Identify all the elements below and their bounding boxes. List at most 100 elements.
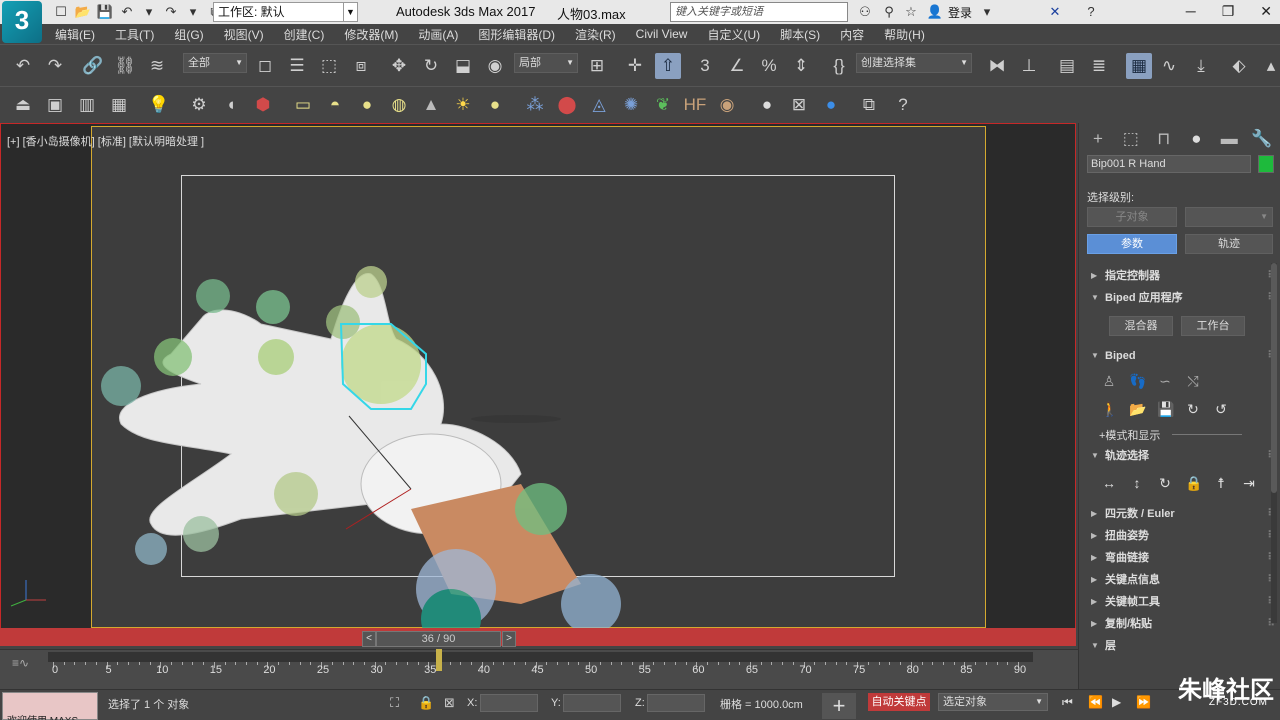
select-by-name-icon[interactable]: ☰ [284, 53, 310, 79]
curve-editor-mini-icon[interactable]: ≡∿ [12, 656, 29, 670]
load-file-icon[interactable]: 📂 [1129, 401, 1146, 417]
select-place-icon[interactable]: ◉ [482, 53, 508, 79]
rollout-twist-poses[interactable]: ▶扭曲姿势⠿ [1087, 526, 1275, 546]
login-link[interactable]: 登录 [948, 4, 972, 21]
render-sphere-icon[interactable]: ● [818, 92, 844, 118]
mixer-button[interactable]: 混合器 [1109, 316, 1173, 336]
play-icon[interactable]: ▶ [1112, 695, 1121, 709]
selection-lock-icon[interactable]: 🔒 [418, 695, 434, 711]
convert-icon[interactable]: ↻ [1185, 401, 1201, 417]
angle-snap-icon[interactable]: ∠ [724, 53, 750, 79]
reference-coordinate-dropdown[interactable]: 局部 ▼ [514, 53, 578, 73]
open-file-icon[interactable]: 📂 [74, 3, 92, 21]
selected-object-dropdown[interactable]: 选定对象 ▼ [938, 693, 1048, 711]
select-manipulate-icon[interactable]: ✛ [622, 53, 648, 79]
sun-light-icon[interactable]: ☀ [450, 92, 476, 118]
utilities-tab-icon[interactable]: 🔧 [1249, 126, 1275, 152]
mixer-mode-icon[interactable]: ⤭ [1185, 373, 1201, 389]
footstep-mode-icon[interactable]: 👣 [1129, 373, 1146, 389]
schematic-view-icon[interactable]: ⤓ [1188, 53, 1214, 79]
absolute-mode-icon[interactable]: ⊠ [444, 695, 455, 711]
command-panel-scrollbar[interactable] [1271, 263, 1277, 623]
user-icon[interactable]: 👤 [926, 3, 944, 21]
gear-icon[interactable]: ✺ [618, 92, 644, 118]
track-bar[interactable]: ≡∿ 0 5 10 15 20 25 30 35 40 45 50 55 60 65 70 75 80 85 90 [0, 649, 1078, 689]
menu-animation[interactable]: 动画(A) [418, 26, 458, 43]
binoculars-icon[interactable]: ⚇ [856, 3, 874, 21]
search-input[interactable]: 键入关键字或短语 [670, 2, 848, 22]
menu-customize[interactable]: 自定义(U) [707, 26, 760, 43]
material-sphere-icon[interactable]: ● [754, 92, 780, 118]
render-teapot-icon[interactable]: ⬢ [250, 92, 276, 118]
auto-key-button[interactable]: 自动关键点 [868, 693, 930, 711]
menu-tools[interactable]: 工具(T) [115, 26, 154, 43]
asset-tracking-icon[interactable]: ⧉ [856, 92, 882, 118]
redo-icon[interactable]: ↷ [162, 3, 180, 21]
bind-space-warp-icon[interactable]: ≋ [144, 53, 170, 79]
menu-help[interactable]: 帮助(H) [884, 26, 925, 43]
favorites-star-icon[interactable]: ☆ [902, 3, 920, 21]
x-coordinate-field[interactable] [480, 694, 538, 712]
body-rotation-icon[interactable]: ↻ [1157, 475, 1173, 491]
scene-explorer-icon[interactable]: ▤ [1054, 53, 1080, 79]
app-logo-icon[interactable]: 3 [2, 1, 42, 43]
hemisphere-icon[interactable]: ◓ [322, 92, 348, 118]
menu-rendering[interactable]: 渲染(R) [575, 26, 616, 43]
track-bar-keys[interactable] [48, 652, 1033, 662]
box-primitive-icon[interactable]: ▭ [290, 92, 316, 118]
object-name-field[interactable]: Bip001 R Hand [1087, 155, 1251, 173]
parameters-button[interactable]: 参数 [1087, 234, 1177, 254]
rollout-assign-controller[interactable]: ▶指定控制器⠿ [1087, 266, 1275, 286]
menu-content[interactable]: 内容 [840, 26, 864, 43]
go-to-start-icon[interactable]: ⏮ [1062, 695, 1073, 710]
link-icon[interactable]: 🔗 [80, 53, 106, 79]
geosphere-icon[interactable]: ◍ [386, 92, 412, 118]
undo-icon[interactable]: ↶ [10, 53, 36, 79]
keyboard-shortcut-override-icon[interactable]: ⇧ [655, 53, 681, 79]
unlink-icon[interactable]: ⛓ [112, 53, 138, 79]
save-file-icon[interactable]: 💾 [1157, 401, 1174, 417]
restore-icon[interactable]: ❐ [1222, 3, 1235, 20]
render-production-icon[interactable]: ▦ [106, 92, 132, 118]
community-icon[interactable]: ⚲ [880, 3, 898, 21]
hierarchy-tab-icon[interactable]: ⊓ [1151, 126, 1177, 152]
help-icon[interactable]: ? [1082, 3, 1100, 21]
toolbar-expand-icon[interactable]: ▴ [1258, 53, 1280, 79]
opposite-icon[interactable]: ⇥ [1241, 475, 1257, 491]
menu-scripting[interactable]: 脚本(S) [780, 26, 820, 43]
close-icon[interactable]: ✕ [1260, 3, 1272, 20]
next-frame-button[interactable]: > [502, 631, 516, 647]
align-icon[interactable]: ⊥ [1016, 53, 1042, 79]
rollout-key-info[interactable]: ▶关键点信息⠿ [1087, 570, 1275, 590]
rollout-bend-links[interactable]: ▶弯曲链接⠿ [1087, 548, 1275, 568]
select-move-icon[interactable]: ✥ [386, 53, 412, 79]
menu-views[interactable]: 视图(V) [224, 26, 264, 43]
mode-display-subrollout[interactable]: +模式和显示 [1099, 427, 1160, 443]
chevron-down-icon[interactable]: ▾ [978, 3, 996, 21]
rectangular-selection-icon[interactable]: ⬚ [316, 53, 342, 79]
rollout-biped[interactable]: ▼Biped⠿ [1087, 346, 1275, 366]
sphere-icon[interactable]: ● [354, 92, 380, 118]
rollout-biped-apps[interactable]: ▼Biped 应用程序⠿ [1087, 288, 1275, 308]
biped-playback-icon[interactable]: 🚶 [1101, 401, 1118, 417]
select-scale-icon[interactable]: ⬓ [450, 53, 476, 79]
mirror-icon[interactable]: ⧓ [984, 53, 1010, 79]
ribbon-toggle-icon[interactable]: ▦ [1126, 53, 1152, 79]
undo-dropdown-icon[interactable]: ▾ [140, 3, 158, 21]
time-slider[interactable]: 36 / 90 [376, 631, 501, 647]
selection-filter-dropdown[interactable]: 全部 ▼ [183, 53, 247, 73]
redo-icon[interactable]: ↷ [42, 53, 68, 79]
dynamics-icon[interactable]: ⬤ [554, 92, 580, 118]
hair-fur-icon[interactable]: HF [682, 92, 708, 118]
lock-cog-icon[interactable]: 🔒 [1185, 475, 1202, 491]
menu-create[interactable]: 创建(C) [284, 26, 325, 43]
render-setup-icon[interactable]: ▥ [74, 92, 100, 118]
select-object-icon[interactable]: ◻ [252, 53, 278, 79]
new-file-icon[interactable]: ☐ [52, 3, 70, 21]
curve-editor-icon[interactable]: ∿ [1156, 53, 1182, 79]
menu-edit[interactable]: 编辑(E) [55, 26, 95, 43]
help-icon[interactable]: ? [890, 92, 916, 118]
menu-graph-editors[interactable]: 图形编辑器(D) [478, 26, 555, 43]
edit-named-selection-icon[interactable]: {} [826, 53, 852, 79]
rollout-quaternion-euler[interactable]: ▶四元数 / Euler⠿ [1087, 504, 1275, 524]
